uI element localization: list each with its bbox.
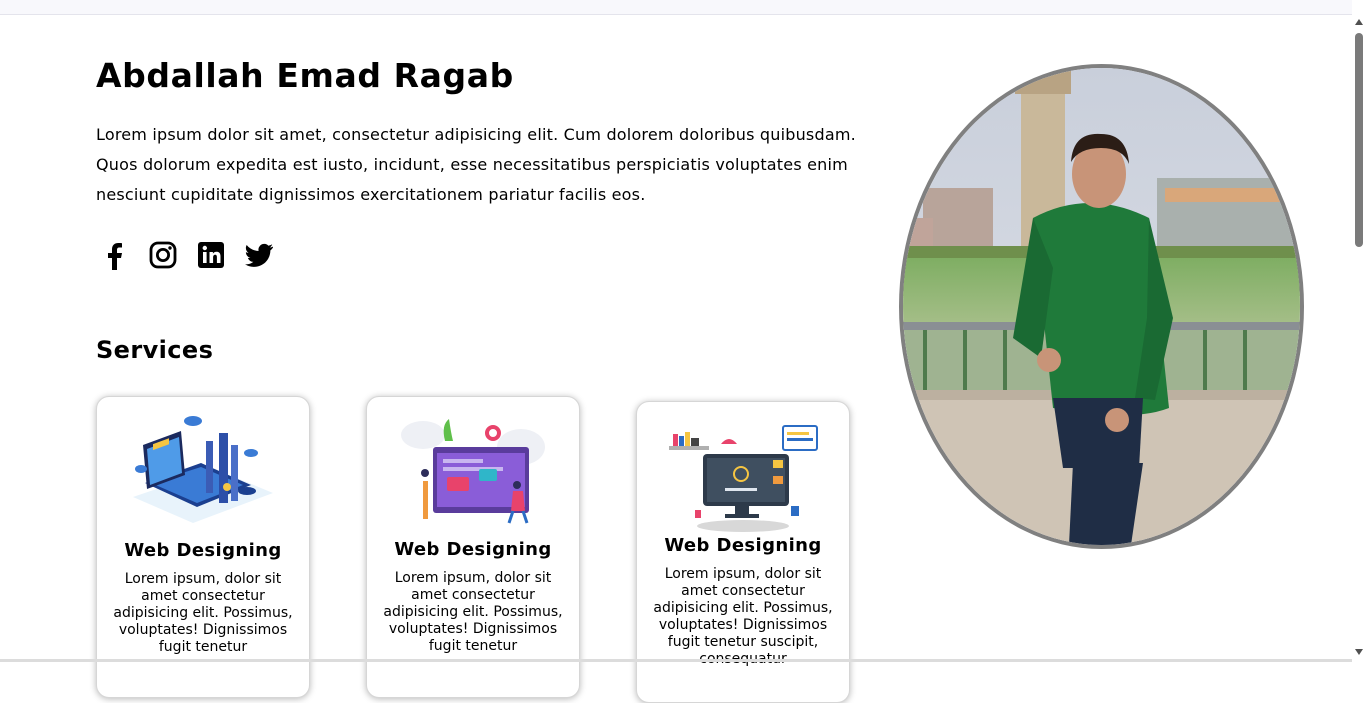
page-title: Abdallah Emad Ragab (96, 56, 514, 95)
service-card-title: Web Designing (124, 540, 282, 561)
service-card: Web Designing Lorem ipsum, dolor sit ame… (96, 396, 310, 698)
services-heading: Services (96, 336, 214, 364)
instagram-icon[interactable] (148, 240, 178, 270)
twitter-icon[interactable] (244, 240, 274, 270)
service-card-title: Web Designing (664, 535, 822, 556)
service-card-title: Web Designing (394, 539, 552, 560)
vertical-scrollbar[interactable] (1352, 0, 1366, 662)
service-card: Web Designing Lorem ipsum, dolor sit ame… (366, 396, 580, 698)
laptop-illustration (133, 416, 273, 523)
profile-photo (899, 64, 1304, 549)
service-card-text: Lorem ipsum, dolor sit amet consectetur … (653, 566, 833, 667)
scroll-down-arrow-icon[interactable] (1355, 649, 1363, 655)
social-links (100, 240, 274, 270)
ideas-monitor-illustration (669, 425, 818, 532)
web-design-illustration (401, 419, 545, 524)
service-card-text: Lorem ipsum, dolor sit amet consectetur … (383, 570, 563, 654)
facebook-icon[interactable] (100, 240, 130, 270)
scroll-up-arrow-icon[interactable] (1355, 19, 1363, 25)
service-card-text: Lorem ipsum, dolor sit amet consectetur … (113, 571, 293, 655)
browser-top-strip (0, 0, 1352, 15)
service-card: Web Designing Lorem ipsum, dolor sit ame… (636, 401, 850, 703)
intro-text: Lorem ipsum dolor sit amet, consectetur … (96, 125, 856, 204)
scroll-thumb[interactable] (1355, 33, 1363, 247)
linkedin-icon[interactable] (196, 240, 226, 270)
